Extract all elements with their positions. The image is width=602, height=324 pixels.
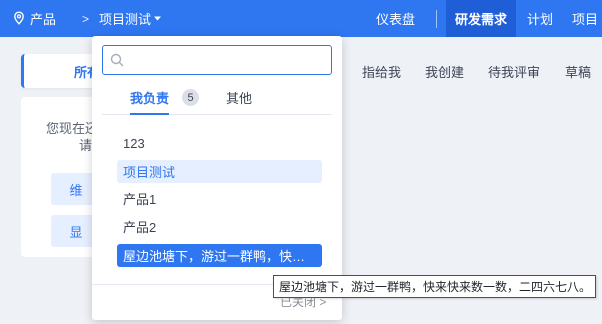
breadcrumb-project[interactable]: 项目测试 bbox=[99, 0, 151, 37]
list-item-hovered[interactable]: 屋边池塘下，游过一群鸭，快… bbox=[117, 244, 322, 267]
list-item[interactable]: 产品2 bbox=[117, 215, 322, 238]
tab-mine[interactable]: 我负责 bbox=[130, 88, 170, 115]
tab-pending-review[interactable]: 待我评审 bbox=[488, 54, 540, 88]
location-pin-icon bbox=[14, 11, 24, 25]
tab-draft[interactable]: 草稿 bbox=[565, 54, 591, 88]
nav-dashboard[interactable]: 仪表盘 bbox=[376, 0, 415, 37]
search-input[interactable] bbox=[129, 50, 325, 70]
caret-down-icon[interactable] bbox=[153, 15, 162, 22]
nav-project[interactable]: 项目 bbox=[572, 0, 598, 37]
list-item[interactable]: 产品1 bbox=[117, 187, 322, 210]
dropdown-tabs: 我负责 5 其他 bbox=[102, 88, 332, 115]
nav-plan[interactable]: 计划 bbox=[527, 0, 553, 37]
item-tooltip: 屋边池塘下，游过一群鸭，快来快来数一数，二四六七八。 bbox=[273, 275, 596, 298]
nav-divider bbox=[436, 10, 437, 28]
nav-requirements[interactable]: 研发需求 bbox=[446, 0, 516, 37]
top-navbar: 产品 > 项目测试 仪表盘 研发需求 计划 项目 bbox=[0, 0, 602, 37]
empty-state-hint: 请 bbox=[79, 138, 93, 153]
search-box[interactable] bbox=[102, 45, 332, 75]
search-icon bbox=[110, 53, 124, 67]
list-item-current[interactable]: 项目测试 bbox=[117, 160, 322, 183]
tab-created-by-me[interactable]: 我创建 bbox=[425, 54, 464, 88]
list-item[interactable]: 123 bbox=[117, 132, 322, 155]
count-badge: 5 bbox=[182, 89, 199, 106]
breadcrumb-separator: > bbox=[82, 11, 90, 26]
tab-all[interactable]: 所有 bbox=[21, 54, 101, 88]
tab-assigned-to-me[interactable]: 指给我 bbox=[362, 54, 401, 88]
tab-other[interactable]: 其他 bbox=[226, 88, 252, 107]
breadcrumb-product[interactable]: 产品 bbox=[30, 0, 56, 37]
